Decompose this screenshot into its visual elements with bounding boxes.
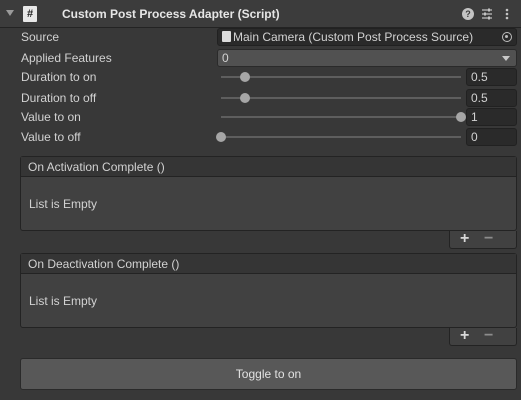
- component-header: # Custom Post Process Adapter (Script) ?: [0, 0, 521, 28]
- applied-features-value: 0: [222, 51, 229, 65]
- object-picker-icon[interactable]: [502, 32, 512, 42]
- duration-to-on-slider[interactable]: [221, 72, 461, 82]
- duration-to-off-slider-thumb[interactable]: [240, 93, 250, 103]
- applied-features-label: Applied Features: [21, 51, 112, 65]
- event-list: List is Empty: [21, 274, 516, 327]
- kebab-menu-icon[interactable]: [500, 7, 514, 21]
- duration-to-on-label: Duration to on: [21, 70, 97, 84]
- duration-to-on-slider-thumb[interactable]: [240, 72, 250, 82]
- value-to-on-slider-thumb[interactable]: [456, 112, 466, 122]
- add-listener-button[interactable]: +: [460, 231, 469, 247]
- value-to-off-slider-thumb[interactable]: [216, 132, 226, 142]
- applied-features-dropdown[interactable]: 0: [217, 49, 517, 67]
- value-to-on-slider[interactable]: [221, 112, 466, 122]
- empty-list-text: List is Empty: [29, 294, 98, 308]
- camera-object-icon: [222, 31, 231, 42]
- script-icon: #: [23, 6, 37, 22]
- toggle-to-on-button[interactable]: Toggle to on: [20, 358, 517, 390]
- help-icon[interactable]: ?: [462, 8, 474, 20]
- add-listener-button[interactable]: +: [460, 328, 469, 344]
- value-to-on-input[interactable]: 1: [466, 108, 517, 126]
- event-list-footer: + −: [449, 231, 517, 249]
- value-to-off-slider[interactable]: [216, 132, 461, 142]
- component-title: Custom Post Process Adapter (Script): [62, 7, 280, 21]
- source-value: Main Camera (Custom Post Process Source): [233, 30, 474, 44]
- empty-list-text: List is Empty: [29, 197, 98, 211]
- foldout-chevron-down-icon[interactable]: [6, 10, 14, 16]
- on-deactivation-complete-event: On Deactivation Complete () List is Empt…: [20, 253, 517, 346]
- event-title: On Activation Complete (): [21, 157, 516, 177]
- chevron-down-icon: [502, 56, 510, 61]
- duration-to-off-label: Duration to off: [21, 91, 97, 105]
- on-activation-complete-event: On Activation Complete () List is Empty …: [20, 156, 517, 249]
- remove-listener-button[interactable]: −: [484, 231, 493, 247]
- source-label: Source: [21, 30, 60, 44]
- event-list-footer: + −: [449, 328, 517, 346]
- duration-to-off-input[interactable]: 0.5: [466, 89, 517, 107]
- value-to-off-label: Value to off: [21, 130, 81, 144]
- value-to-off-input[interactable]: 0: [466, 128, 517, 146]
- event-list: List is Empty: [21, 177, 516, 230]
- duration-to-off-slider[interactable]: [221, 93, 461, 103]
- event-title: On Deactivation Complete (): [21, 254, 516, 274]
- duration-to-on-input[interactable]: 0.5: [466, 68, 517, 86]
- value-to-on-label: Value to on: [21, 110, 81, 124]
- sliders-icon[interactable]: [480, 7, 494, 21]
- source-object-field[interactable]: Main Camera (Custom Post Process Source): [217, 28, 517, 46]
- remove-listener-button[interactable]: −: [484, 328, 493, 344]
